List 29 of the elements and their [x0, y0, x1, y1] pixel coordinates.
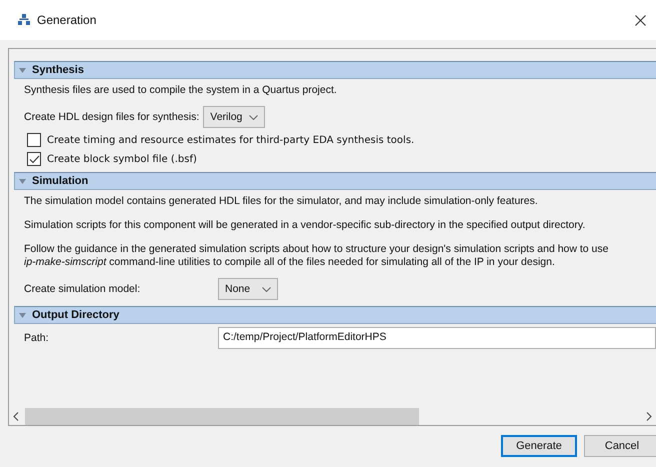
scroll-right-icon[interactable] — [646, 412, 652, 421]
checkbox-label: Create timing and resource estimates for third-party EDA synthesis tools. — [47, 134, 414, 146]
expand-icon — [19, 178, 26, 184]
dialog-button[interactable]: Cancel — [584, 435, 656, 457]
hierarchy-icon — [18, 14, 30, 26]
section-header[interactable]: Output Directory — [14, 306, 656, 324]
dialog-button[interactable]: Generate — [501, 435, 577, 457]
section-header[interactable]: Simulation — [14, 172, 656, 190]
description-text: Synthesis files are used to compile the system in a Quartus project. — [24, 83, 338, 98]
description-text: Follow the guidance in the generated simulation scripts about how to structure your design's simulation scripts and how to use ip-make-simscript command-line utilities to compile all of the files needed for simulating all of the IP in your design. — [24, 242, 610, 270]
expand-icon — [19, 68, 26, 72]
checkbox-label: Create block symbol file (.bsf) — [47, 154, 197, 164]
description-text: The simulation model contains generated HDL files for the simulator, and may include simulation-only features. — [24, 194, 539, 209]
checkbox[interactable] — [27, 152, 41, 166]
dropdown[interactable]: None — [218, 278, 278, 300]
checkbox[interactable] — [27, 133, 41, 147]
description-text: Simulation scripts for this component will be generated in a vendor-specific sub-directory in the specified output directory. — [24, 218, 586, 233]
section-header[interactable]: Synthesis — [14, 61, 656, 79]
field-label: Path: — [24, 332, 50, 344]
chevron-icon — [249, 114, 258, 120]
path-field[interactable]: C:/temp/Project/PlatformEditorHPS — [218, 327, 656, 349]
expand-icon — [19, 312, 26, 318]
close-icon[interactable] — [635, 14, 646, 26]
scroll-left-icon[interactable] — [13, 412, 19, 421]
field-label: Create HDL design files for synthesis: — [24, 111, 200, 123]
window-title: Generation — [37, 13, 96, 27]
dropdown[interactable]: Verilog — [203, 106, 266, 128]
field-label: Create simulation model: — [24, 283, 142, 295]
chevron-icon — [262, 286, 271, 292]
